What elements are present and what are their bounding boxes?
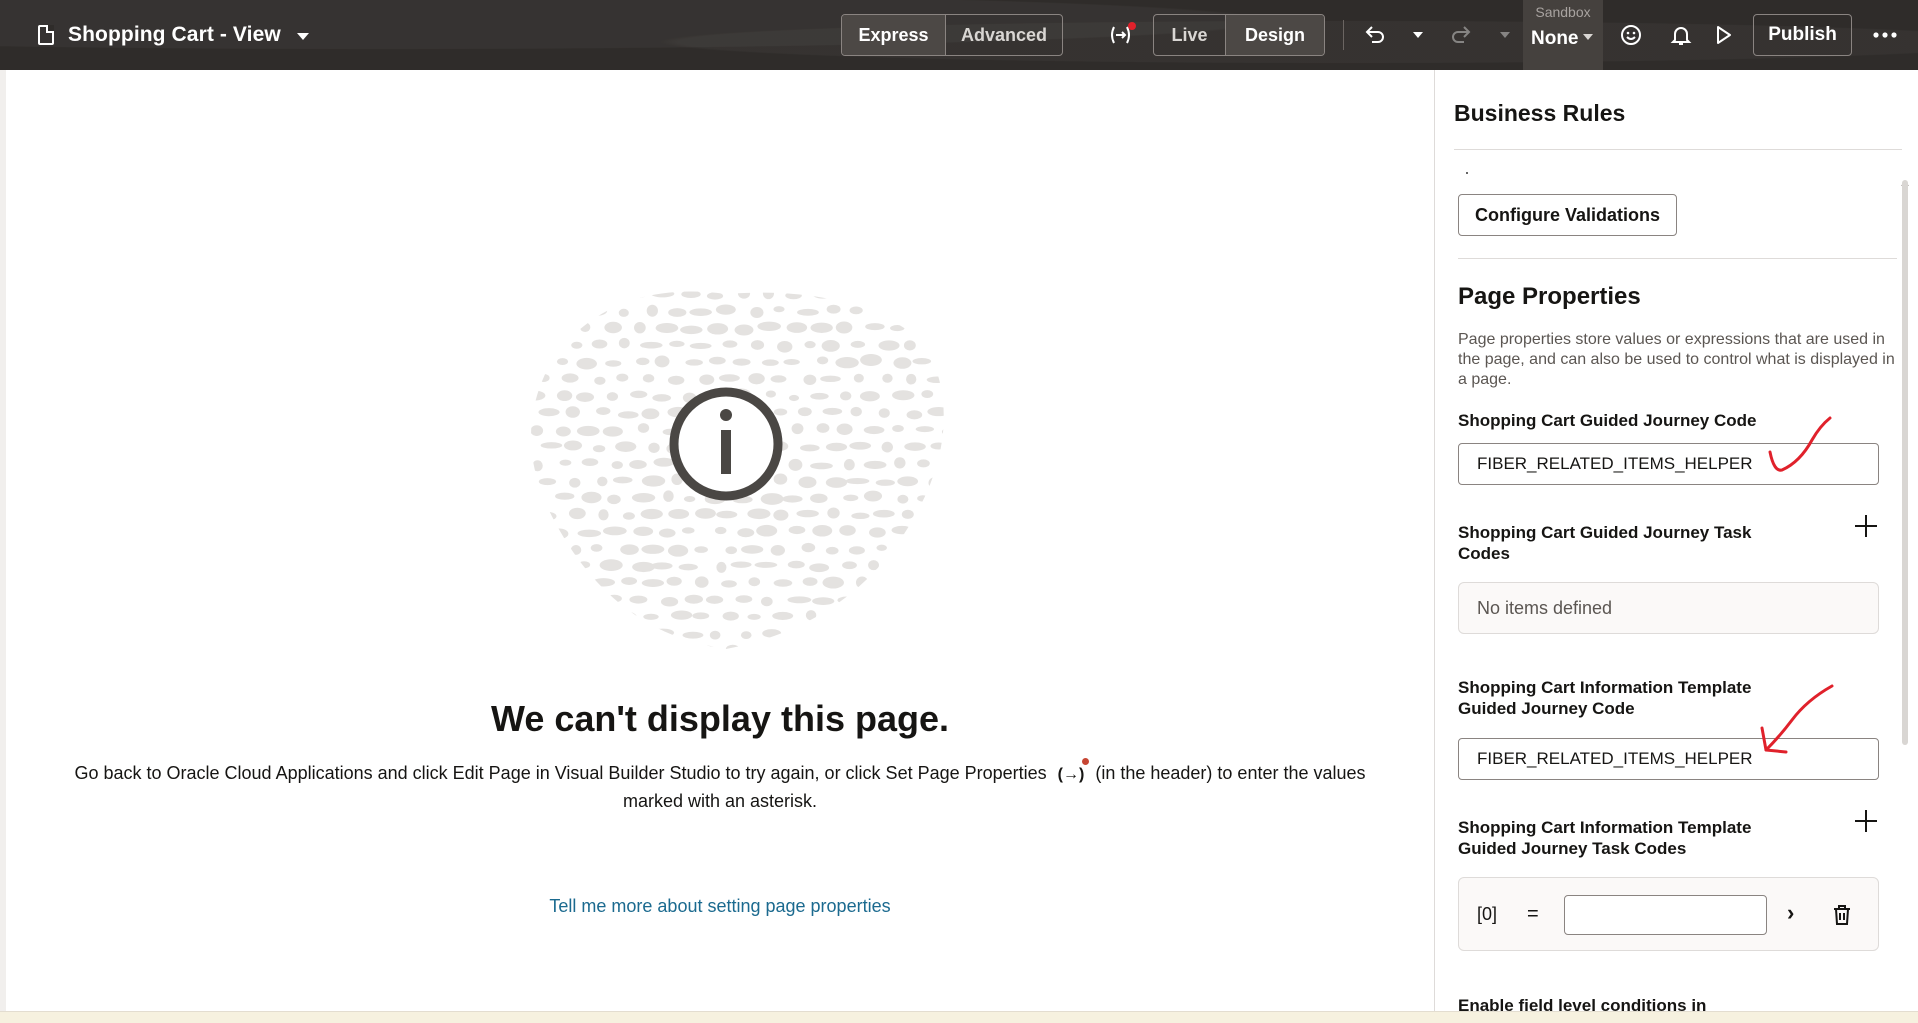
publish-button[interactable]: Publish (1753, 14, 1852, 56)
page-properties-description: Page properties store values or expressi… (1458, 331, 1895, 388)
view-toggle: Live Design (1153, 14, 1325, 56)
chevron-down-icon (1583, 34, 1593, 40)
error-title: We can't display this page. (490, 698, 949, 739)
array-value-input[interactable] (1564, 895, 1767, 935)
run-button[interactable] (1708, 0, 1738, 70)
configure-validations-button[interactable]: Configure Validations (1458, 194, 1677, 236)
page-icon (38, 25, 54, 45)
divider (1458, 258, 1897, 259)
sandbox-selector[interactable]: Sandbox None (1523, 0, 1603, 70)
equals-sign: = (1527, 903, 1539, 925)
chevron-right-icon[interactable]: › (1787, 900, 1794, 926)
design-canvas: We can't display this page. Go back to O… (6, 70, 1434, 1011)
separator-dot (1466, 172, 1468, 174)
tab-advanced[interactable]: Advanced (945, 15, 1062, 55)
sandbox-value: None (1531, 28, 1579, 49)
error-message: Go back to Oracle Cloud Applications and… (66, 758, 1374, 814)
divider (1454, 149, 1902, 150)
chevron-down-icon (1500, 32, 1510, 38)
journey-code-label: Shopping Cart Guided Journey Code (1458, 411, 1757, 430)
add-icon[interactable] (1855, 515, 1877, 537)
redo-button[interactable] (1446, 0, 1476, 70)
checkmark-annotation (1768, 416, 1832, 472)
info-task-codes-label: Shopping Cart Information Template Guide… (1458, 818, 1752, 858)
redo-history-dropdown[interactable] (1497, 0, 1513, 70)
mode-toggle: Express Advanced (841, 14, 1063, 56)
message-part-1: Go back to Oracle Cloud Applications and… (74, 763, 1047, 783)
array-index: [0] (1477, 904, 1498, 924)
app-header: Shopping Cart - View Express Advanced Li… (0, 0, 1918, 70)
feedback-button[interactable] (1616, 0, 1646, 70)
page-properties-icon (1111, 22, 1136, 44)
info-code-label: Shopping Cart Information Template Guide… (1458, 678, 1752, 718)
tab-design[interactable]: Design (1225, 15, 1324, 55)
tab-live[interactable]: Live (1154, 15, 1225, 55)
tab-express[interactable]: Express (842, 15, 945, 55)
undo-icon (1365, 26, 1384, 43)
panel-scrollbar[interactable] (1902, 180, 1908, 745)
properties-panel: Business Rules Configure Validations Pag… (1434, 70, 1918, 1015)
chevron-down-icon (1413, 32, 1423, 38)
task-codes-label: Shopping Cart Guided Journey Task Codes (1458, 523, 1752, 563)
undo-button[interactable] (1360, 0, 1390, 70)
chevron-down-icon[interactable] (296, 32, 309, 40)
run-play-icon (1717, 26, 1731, 44)
page-properties-heading: Page Properties (1458, 283, 1641, 310)
notifications-bell-icon (1670, 27, 1692, 45)
notifications-button[interactable] (1666, 0, 1696, 70)
page-selector[interactable]: Shopping Cart - View (38, 0, 309, 70)
array-item: [0] = › (1458, 877, 1879, 951)
page-title: Shopping Cart - View (68, 23, 281, 46)
page-properties-button[interactable] (1104, 0, 1140, 70)
more-actions-button[interactable] (1868, 0, 1902, 70)
panel-title: Business Rules (1454, 100, 1626, 126)
page-properties-inline-icon: (→) (1058, 758, 1090, 788)
info-illustration (531, 291, 944, 649)
add-icon[interactable] (1855, 810, 1877, 832)
feedback-smiley-icon (1621, 25, 1641, 45)
arrow-annotation (1760, 684, 1834, 754)
undo-history-dropdown[interactable] (1410, 0, 1426, 70)
bottom-strip (0, 1011, 1918, 1023)
redo-icon (1452, 26, 1471, 43)
help-link[interactable]: Tell me more about setting page properti… (6, 896, 1434, 917)
task-codes-empty: No items defined (1458, 582, 1879, 634)
sandbox-label: Sandbox (1535, 4, 1591, 20)
more-icon (1873, 32, 1897, 38)
trash-icon[interactable] (1832, 904, 1852, 926)
divider (1343, 20, 1344, 50)
